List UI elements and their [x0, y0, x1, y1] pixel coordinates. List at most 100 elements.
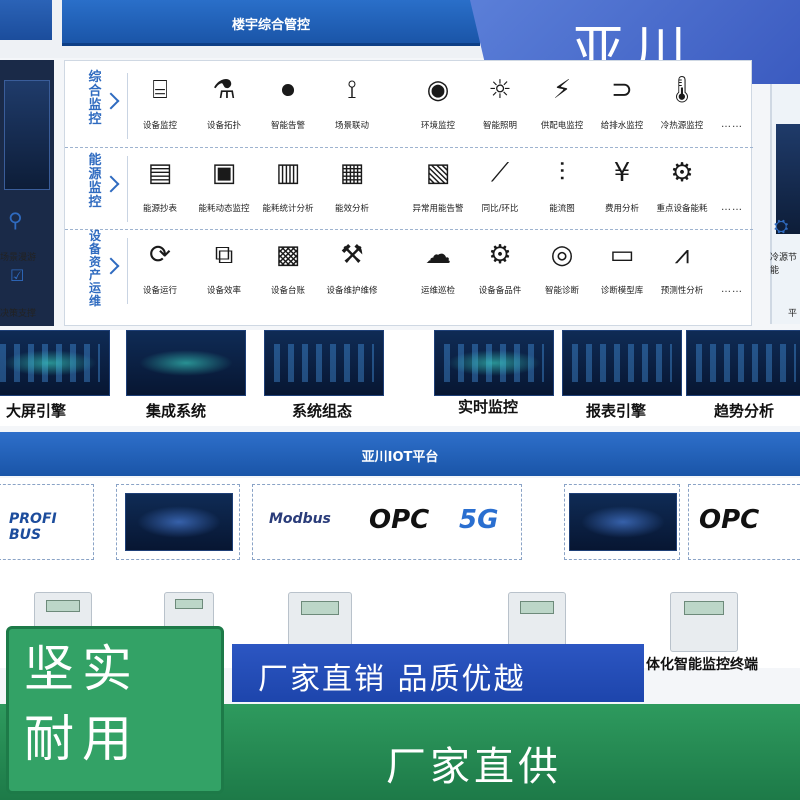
row-asset-maintenance: 设备资产运维 ⟳ 设备运行 ⧉ 设备效率 ▩ 设备台账 ⚒ 设备维护维修 ☁ 运维巡检 ⚙… — [65, 229, 753, 311]
efficiency-icon: ⧉ — [214, 240, 234, 270]
screen-label: 趋势分析 — [713, 402, 774, 420]
monitor-icon: ▣ — [211, 158, 237, 188]
screen-label: 大屏引擎 — [5, 402, 66, 420]
feature-item[interactable]: ⏺ 智能告警 — [255, 73, 321, 139]
page: 楼宇综合管控 ⚲ 场景漫游 ☑ 决策支撑 ⛭ 冷源节能 平 亚川 综合监控 ⌸ 设… — [0, 0, 800, 800]
feature-item[interactable]: ⧉ 设备效率 — [191, 238, 257, 304]
feature-label: 同比/环比 — [481, 204, 519, 214]
feature-item[interactable]: ▧ 异常用能告警 — [405, 156, 471, 222]
left-screen-strip — [0, 60, 54, 326]
device-image — [670, 592, 738, 652]
valve-icon: ⛭ — [774, 216, 789, 237]
diagnose-icon: ◎ — [550, 240, 574, 270]
feature-label: 环境监控 — [420, 121, 455, 131]
feature-label: 冷热源监控 — [660, 121, 704, 131]
feature-label: 能流图 — [549, 204, 575, 214]
feature-item[interactable]: ☁ 运维巡检 — [405, 238, 471, 304]
direct-supply-text: 厂家直供 — [386, 744, 562, 790]
row-category-label: 综合监控 — [88, 70, 102, 127]
feature-label: 场景联动 — [334, 121, 369, 131]
feature-item[interactable]: ⩘ 预测性分析 — [649, 238, 715, 304]
feature-item[interactable]: ⟳ 设备运行 — [127, 238, 193, 304]
feature-label: 能耗动态监控 — [198, 204, 250, 214]
feature-label: 能耗统计分析 — [262, 204, 314, 214]
screen-thumbnail — [264, 330, 384, 396]
more-dots: …… — [721, 284, 743, 295]
page-title: 楼宇综合管控 — [231, 18, 310, 33]
screen-box — [116, 484, 240, 560]
profibus-box: PROFI BUS — [0, 484, 94, 560]
feature-item[interactable]: ¥ 费用分析 — [589, 156, 655, 222]
platform-screen-thumbnail — [125, 493, 233, 551]
opc-logo: OPC — [369, 505, 430, 535]
feature-item[interactable]: ▦ 能效分析 — [319, 156, 385, 222]
alarm-icon: ⏺ — [281, 75, 295, 105]
iot-title: 亚川IOT平台 — [361, 450, 439, 465]
feature-label: 诊断模型库 — [600, 286, 644, 296]
parts-icon: ⚙ — [488, 240, 512, 270]
feature-item[interactable]: ⊃ 给排水监控 — [589, 73, 655, 139]
chevron-right-icon — [102, 92, 120, 110]
feature-label: 重点设备能耗 — [656, 204, 708, 214]
feature-label: 智能告警 — [270, 121, 305, 131]
feature-item[interactable]: ▣ 能耗动态监控 — [191, 156, 257, 222]
feature-item[interactable]: ◉ 环境监控 — [405, 73, 471, 139]
protocol-row: PROFI BUS Modbus OPC 5G OPC — [0, 478, 800, 578]
link-icon: ⟟ — [347, 75, 357, 105]
opc-logo: OPC — [699, 505, 760, 535]
feature-label: 设备效率 — [206, 286, 241, 296]
feature-item[interactable]: ☼ 智能照明 — [467, 73, 533, 139]
header-bar: 楼宇综合管控 — [62, 0, 480, 46]
screen-label: 报表引擎 — [585, 402, 646, 420]
screen-thumbnail — [434, 330, 554, 396]
profibus-logo: PROFI BUS — [9, 511, 57, 543]
screen-thumbnail — [686, 330, 800, 396]
feature-item[interactable]: ◎ 智能诊断 — [529, 238, 595, 304]
feature-label: 运维巡检 — [420, 286, 455, 296]
feature-item[interactable]: 🌡 冷热源监控 — [649, 73, 715, 139]
bulb-icon: ☼ — [488, 75, 512, 105]
feature-label: 能源抄表 — [142, 204, 177, 214]
direct-sales-text: 厂家直销 品质优越 — [258, 662, 526, 697]
right-cut-label: 平 — [788, 309, 798, 319]
feature-item[interactable]: ⌸ 设备监控 — [127, 73, 193, 139]
feature-item[interactable]: ⫶ 能流图 — [529, 156, 595, 222]
feature-item[interactable]: ⚙ 设备备品件 — [467, 238, 533, 304]
feature-item[interactable]: ⚒ 设备维护维修 — [319, 238, 385, 304]
feature-label: 设备监控 — [142, 121, 177, 131]
feature-label: 智能照明 — [482, 121, 517, 131]
stats-icon: ▥ — [275, 158, 301, 188]
feature-item[interactable]: ▤ 能源抄表 — [127, 156, 193, 222]
ledger-icon: ▩ — [275, 240, 301, 270]
chart-icon: ▦ — [339, 158, 365, 188]
more-dots: …… — [721, 119, 743, 130]
feature-item[interactable]: ▭ 诊断模型库 — [589, 238, 655, 304]
5g-logo: 5G — [459, 505, 499, 535]
feature-item[interactable]: ⟟ 场景联动 — [319, 73, 385, 139]
more-dots: …… — [721, 202, 743, 213]
screen-thumbnail — [126, 330, 246, 396]
camera-icon: ◉ — [426, 75, 450, 105]
decision-support-label: 决策支撑 — [0, 309, 37, 319]
feature-label: 异常用能告警 — [412, 204, 464, 214]
feature-label: 设备运行 — [142, 286, 177, 296]
feature-item[interactable]: ⚡ 供配电监控 — [529, 73, 595, 139]
platform-screen-thumbnail — [569, 493, 677, 551]
trend-icon: ⟋ — [490, 158, 510, 188]
row-energy-monitoring: 能源监控 ▤ 能源抄表 ▣ 能耗动态监控 ▥ 能耗统计分析 ▦ 能效分析 ▧ 异常用能告警… — [65, 147, 753, 229]
doc-alert-icon: ▧ — [425, 158, 451, 188]
feature-item[interactable]: ⟋ 同比/环比 — [467, 156, 533, 222]
screen-label: 实时监控 — [457, 398, 518, 416]
feature-panel: 综合监控 ⌸ 设备监控 ⚗ 设备拓扑 ⏺ 智能告警 ⟟ 场景联动 ◉ 环境监控 ☼ 智能照明… — [64, 60, 753, 326]
screen-thumbnail — [0, 330, 110, 396]
feature-item[interactable]: ▥ 能耗统计分析 — [255, 156, 321, 222]
feature-item[interactable]: ▩ 设备台账 — [255, 238, 321, 304]
library-icon: ▭ — [609, 240, 635, 270]
screen-label: 集成系统 — [145, 402, 206, 420]
iot-platform-band: 亚川IOT平台 — [0, 432, 800, 476]
device-image — [288, 592, 352, 652]
terminal-label: 体化智能监控终端 — [646, 657, 758, 673]
feature-item[interactable]: ⚙ 重点设备能耗 — [649, 156, 715, 222]
feature-item[interactable]: ⚗ 设备拓扑 — [191, 73, 257, 139]
chevron-right-icon — [102, 175, 120, 193]
